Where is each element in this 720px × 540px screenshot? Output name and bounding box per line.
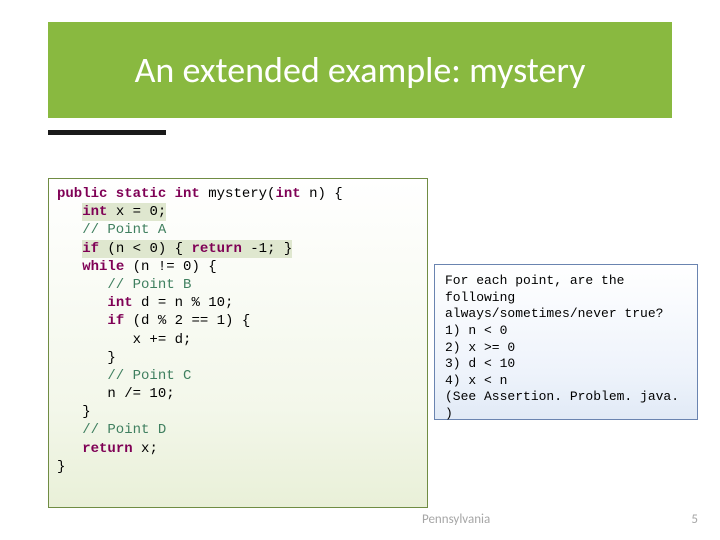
kw-int-param: int — [275, 186, 300, 202]
kw-return-2: return — [82, 441, 132, 457]
kw-if: if — [82, 241, 99, 257]
page-number: 5 — [691, 512, 698, 527]
kw-int-x: int — [82, 204, 107, 220]
comment-point-b: // Point B — [57, 277, 191, 293]
l7-rest: d = n % 10; — [133, 295, 234, 311]
l7-pre — [57, 295, 107, 311]
l16: } — [57, 459, 65, 475]
slide: An extended example: mystery public stat… — [0, 0, 720, 540]
q-item3: 3) d < 10 — [445, 356, 515, 371]
title-band: An extended example: mystery — [48, 22, 672, 118]
q-item1: 1) n < 0 — [445, 323, 507, 338]
l15-rest: x; — [133, 441, 158, 457]
code-box: public static int mystery(int n) { int x… — [48, 178, 428, 508]
kw-return-1: return — [191, 241, 241, 257]
q-item2: 2) x >= 0 — [445, 340, 515, 355]
l12: n /= 10; — [57, 386, 175, 402]
l8-rest: (d % 2 == 1) { — [124, 313, 250, 329]
q-item4: 4) x < n — [445, 373, 507, 388]
l5-pre — [57, 259, 82, 275]
kw-int-d: int — [107, 295, 132, 311]
q-line1: For each point, are the — [445, 273, 624, 288]
q-line2: following — [445, 290, 515, 305]
kw-if-2: if — [107, 313, 124, 329]
l4-tail: -1; } — [242, 241, 292, 257]
l13: } — [57, 404, 91, 420]
title-underline — [48, 130, 166, 135]
guard-if: if (n < 0) { return -1; } — [82, 240, 292, 258]
sig-post: n) { — [301, 186, 343, 202]
l5-rest: (n != 0) { — [124, 259, 216, 275]
l15-pre — [57, 441, 82, 457]
question-box: For each point, are the following always… — [434, 264, 698, 420]
q-note: (See Assertion. Problem. java. ) — [445, 389, 687, 421]
method-name: mystery( — [208, 186, 275, 202]
comment-point-c: // Point C — [57, 368, 191, 384]
l4-cond: (n < 0) { — [99, 241, 191, 257]
l2-rest: x = 0; — [107, 204, 166, 220]
kw-public-static-int: public static int — [57, 186, 208, 202]
l2-pre — [57, 204, 82, 220]
q-line3: always/sometimes/never true? — [445, 306, 663, 321]
l4-pre — [57, 241, 82, 257]
kw-while: while — [82, 259, 124, 275]
footer-university: Pennsylvania — [422, 512, 490, 527]
comment-point-d: // Point D — [57, 422, 166, 438]
l10: } — [57, 350, 116, 366]
comment-point-a: // Point A — [57, 222, 166, 238]
l8-pre — [57, 313, 107, 329]
l9: x += d; — [57, 332, 191, 348]
slide-title: An extended example: mystery — [135, 48, 586, 92]
decl-x: int x = 0; — [82, 203, 166, 221]
